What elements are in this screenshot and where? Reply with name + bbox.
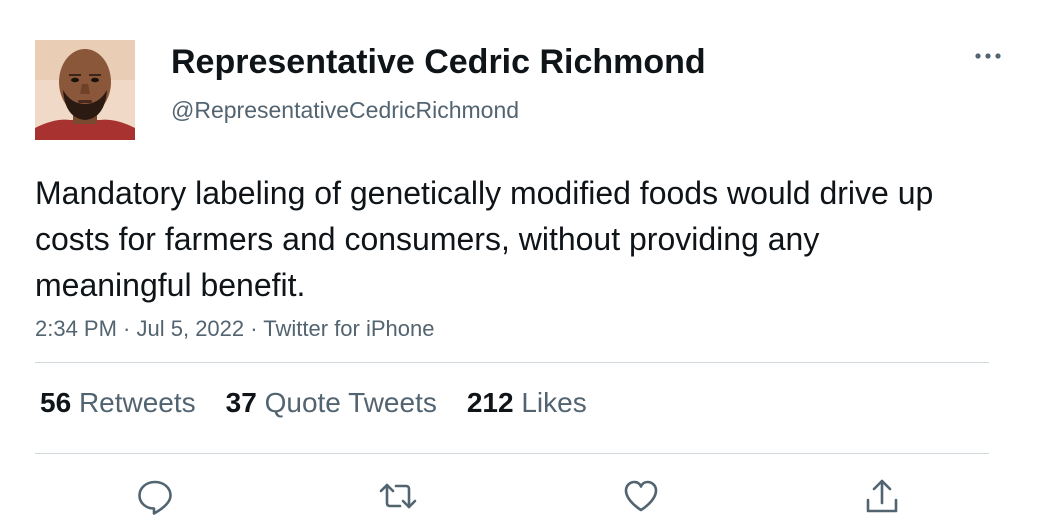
share-button[interactable] bbox=[862, 476, 902, 516]
quote-tweets-count: 37 bbox=[225, 387, 257, 418]
tweet-source[interactable]: Twitter for iPhone bbox=[263, 316, 434, 341]
tweet-text: Mandatory labeling of genetically modifi… bbox=[35, 175, 934, 303]
reply-icon bbox=[138, 480, 172, 515]
more-icon bbox=[975, 53, 1001, 59]
retweets-label: Retweets bbox=[78, 387, 196, 418]
likes-label: Likes bbox=[521, 387, 587, 418]
retweets-count: 56 bbox=[40, 387, 72, 418]
heart-icon bbox=[624, 480, 658, 512]
reply-button[interactable] bbox=[135, 476, 175, 516]
tweet-time[interactable]: 2:34 PM bbox=[35, 316, 117, 341]
more-options-button[interactable] bbox=[972, 42, 1004, 70]
meta-separator: · bbox=[244, 316, 264, 341]
likes-stat[interactable]: 212 Likes bbox=[467, 387, 587, 419]
tweet-date[interactable]: Jul 5, 2022 bbox=[137, 316, 245, 341]
divider bbox=[35, 362, 989, 363]
quote-tweets-stat[interactable]: 37 Quote Tweets bbox=[226, 387, 437, 419]
retweets-stat[interactable]: 56 Retweets bbox=[40, 387, 196, 419]
meta-separator: · bbox=[116, 316, 137, 341]
retweet-button[interactable] bbox=[378, 476, 418, 516]
quote-tweets-label: Quote Tweets bbox=[264, 387, 437, 418]
profile-photo-icon bbox=[35, 40, 135, 140]
engagement-stats: 56 Retweets 37 Quote Tweets 212 Likes bbox=[40, 387, 587, 419]
display-name[interactable]: Representative Cedric Richmond bbox=[171, 43, 706, 82]
tweet-meta: 2:34 PM · Jul 5, 2022 · Twitter for iPho… bbox=[35, 316, 434, 342]
likes-count: 212 bbox=[466, 387, 514, 418]
like-button[interactable] bbox=[621, 476, 661, 516]
retweet-icon bbox=[379, 483, 417, 509]
divider bbox=[35, 453, 989, 454]
share-icon bbox=[866, 479, 898, 513]
user-handle[interactable]: @RepresentativeCedricRichmond bbox=[171, 97, 519, 124]
avatar[interactable] bbox=[35, 40, 135, 140]
